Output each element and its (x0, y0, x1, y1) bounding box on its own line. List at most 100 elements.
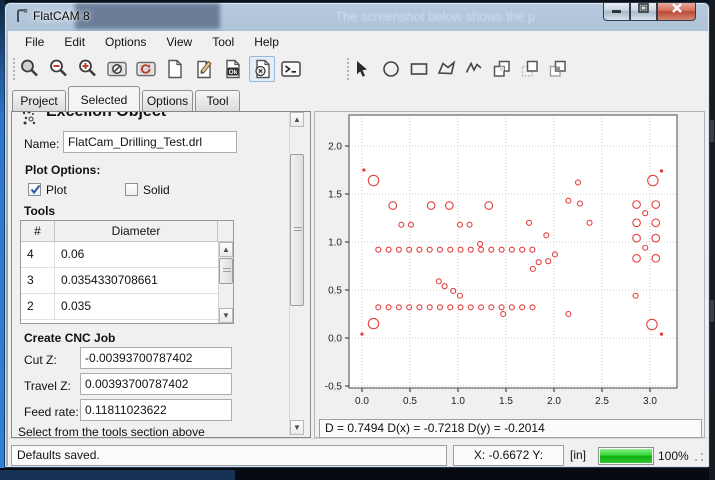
minimize-button[interactable] (603, 3, 630, 21)
tool-number-cell[interactable]: 2 (21, 294, 55, 319)
panel-scrollbar[interactable]: ▲ ▼ (289, 112, 304, 437)
close-button[interactable] (657, 3, 696, 21)
shell-button[interactable] (278, 56, 304, 82)
zoom-out-button[interactable] (46, 56, 72, 82)
new-file-button[interactable] (162, 56, 188, 82)
solid-checkbox-label[interactable]: Solid (143, 183, 170, 197)
tool-diameter-cell[interactable]: 0.0354330708661 (55, 268, 220, 293)
tools-hint-text: Select from the tools section above (18, 425, 205, 438)
travel-z-input[interactable] (80, 373, 232, 395)
panel-scrollbar-thumb[interactable] (290, 154, 304, 306)
menu-view[interactable]: View (156, 31, 202, 53)
shell-icon (280, 58, 302, 80)
clear-plot-icon (106, 58, 128, 80)
replot-icon (135, 58, 157, 80)
tool-number-cell[interactable]: 3 (21, 268, 55, 293)
tab-options[interactable]: Options (142, 90, 193, 111)
draw-polyline-button[interactable] (461, 56, 487, 82)
resize-grip[interactable] (693, 451, 705, 463)
plot-panel: 0.00.51.01.52.02.53.0-0.50.00.51.01.52.0… (314, 111, 705, 438)
geometry-union-button[interactable] (489, 56, 515, 82)
background-scroll-mark (710, 120, 714, 142)
name-label: Name: (24, 137, 59, 151)
tab-selected[interactable]: Selected (68, 86, 140, 111)
check-icon (29, 183, 42, 196)
zoom-fit-button[interactable] (17, 56, 43, 82)
svg-text:-0.5: -0.5 (325, 382, 343, 393)
menu-tool[interactable]: Tool (202, 31, 244, 53)
svg-text:2.5: 2.5 (595, 396, 609, 407)
menu-options[interactable]: Options (95, 31, 156, 53)
zoom-in-icon (77, 58, 99, 80)
tool-diameter-cell[interactable]: 0.035 (55, 294, 220, 319)
svg-text:0.5: 0.5 (403, 396, 417, 407)
ok-file-button[interactable]: Ok (220, 56, 246, 82)
cancel-file-button[interactable] (249, 56, 275, 82)
feed-rate-input[interactable] (80, 399, 232, 421)
tabbar: Project Selected Options Tool (8, 86, 708, 111)
draw-polygon-button[interactable] (434, 56, 460, 82)
scroll-down-icon[interactable]: ▼ (290, 420, 304, 435)
table-row[interactable]: 4 0.06 (21, 242, 220, 268)
replot-button[interactable] (133, 56, 159, 82)
tool-diameter-cell[interactable]: 0.06 (55, 242, 220, 267)
units-label: [in] (570, 448, 586, 462)
select-pointer-button[interactable] (349, 56, 375, 82)
progress-percent: 100% (658, 449, 689, 463)
progress-bar (598, 447, 654, 465)
plot-checkbox-label[interactable]: Plot (46, 183, 67, 197)
titlebar[interactable]: The screenshot below shows the p FlatCAM… (5, 3, 709, 31)
intersect-icon (547, 58, 569, 80)
maximize-button[interactable] (630, 3, 657, 21)
cancel-file-icon (251, 58, 273, 80)
background-window-text: The screenshot below shows the p (335, 9, 535, 24)
window-title: FlatCAM 8 (33, 9, 90, 23)
svg-text:1.5: 1.5 (328, 190, 342, 201)
geometry-subtract-button[interactable] (517, 56, 543, 82)
svg-text:0.0: 0.0 (328, 334, 342, 345)
create-cnc-job-label: Create CNC Job (24, 331, 115, 345)
svg-text:0.0: 0.0 (355, 396, 369, 407)
edit-file-button[interactable] (191, 56, 217, 82)
background-scroll-mark (710, 300, 714, 322)
tool-number-cell[interactable]: 4 (21, 242, 55, 267)
diameter-column-header[interactable]: Diameter (55, 221, 218, 241)
flatcam-window: The screenshot below shows the p FlatCAM… (4, 2, 710, 468)
distance-readout: D = 0.7494 D(x) = -0.7218 D(y) = -0.2014 (319, 419, 702, 438)
union-icon (491, 58, 513, 80)
plot-checkbox[interactable] (28, 183, 41, 196)
svg-text:1.0: 1.0 (451, 396, 465, 407)
table-scrollbar-thumb[interactable] (219, 258, 233, 284)
draw-rectangle-button[interactable] (406, 56, 432, 82)
name-input[interactable] (63, 131, 237, 153)
toolbar-grip[interactable] (12, 58, 16, 82)
zoom-out-icon (48, 58, 70, 80)
draw-circle-button[interactable] (378, 56, 404, 82)
pointer-icon (351, 58, 373, 80)
scroll-up-icon[interactable]: ▲ (290, 112, 304, 127)
menu-edit[interactable]: Edit (54, 31, 95, 53)
tab-project[interactable]: Project (12, 90, 66, 111)
zoom-in-button[interactable] (75, 56, 101, 82)
tab-tool[interactable]: Tool (195, 90, 240, 111)
table-row[interactable]: 3 0.0354330708661 (21, 268, 220, 294)
progress-fill (600, 449, 652, 463)
tools-table: # Diameter 4 0.06 3 0.0354330708661 2 0.… (20, 220, 234, 324)
table-row[interactable]: 2 0.035 (21, 294, 220, 320)
table-scrollbar[interactable]: ▲ ▼ (218, 242, 233, 323)
feed-rate-label: Feed rate: (24, 405, 79, 419)
menu-help[interactable]: Help (244, 31, 289, 53)
background-window-through-glass (75, 3, 220, 29)
scroll-down-icon[interactable]: ▼ (219, 308, 233, 323)
solid-checkbox[interactable] (125, 183, 138, 196)
clear-plot-button[interactable] (104, 56, 130, 82)
menu-file[interactable]: File (15, 31, 54, 53)
tools-table-header: # Diameter (21, 221, 233, 242)
tool-number-column-header[interactable]: # (21, 221, 55, 241)
cursor-coordinates: X: -0.6672 Y: 1.4359 (453, 445, 564, 466)
cut-z-input[interactable] (80, 347, 232, 369)
geometry-intersect-button[interactable] (545, 56, 571, 82)
scroll-up-icon[interactable]: ▲ (219, 242, 233, 257)
plot-canvas[interactable]: 0.00.51.01.52.02.53.0-0.50.00.51.01.52.0 (315, 112, 704, 412)
ok-file-icon: Ok (222, 58, 244, 80)
